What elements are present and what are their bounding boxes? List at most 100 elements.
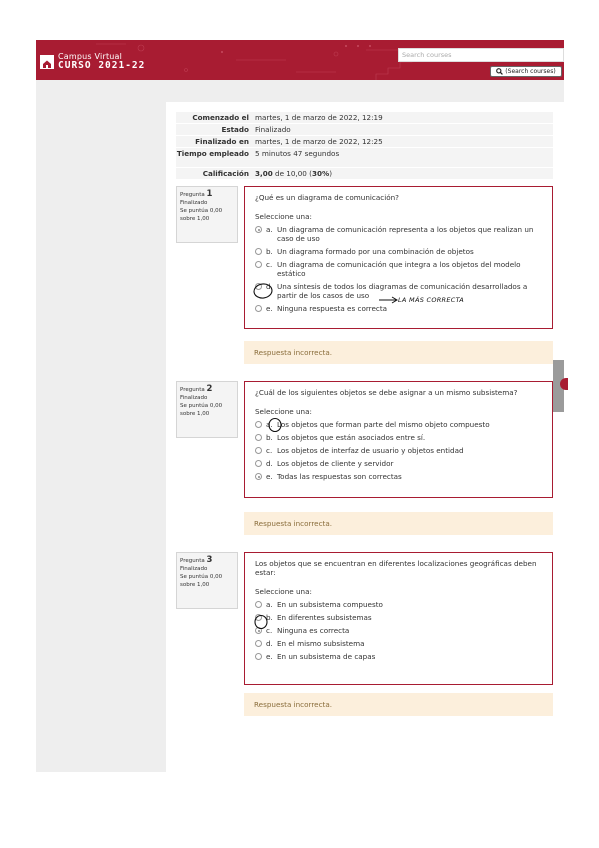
option-letter: e. — [266, 652, 273, 661]
answer-option[interactable]: a. Un diagrama de comunicación representa… — [255, 225, 542, 243]
option-text: Un diagrama formado por una combinación … — [277, 247, 474, 256]
option-letter: b. — [266, 613, 273, 622]
radio-button[interactable] — [255, 421, 262, 428]
radio-button[interactable] — [255, 653, 262, 660]
grade-close: ) — [329, 169, 332, 178]
option-letter: d. — [266, 639, 273, 648]
radio-button[interactable] — [255, 460, 262, 467]
summary-label: Calificación — [202, 169, 249, 178]
option-text: Los objetos que están asociados entre sí… — [277, 433, 426, 442]
brand-logo[interactable]: Campus Virtual CURSO 2021-22 — [40, 53, 145, 71]
summary-value: Finalizado — [255, 125, 291, 134]
radio-button[interactable] — [255, 614, 262, 621]
summary-row: Tiempo empleado 5 minutos 47 segundos — [176, 148, 553, 168]
radio-button[interactable] — [255, 640, 262, 647]
answer-option[interactable]: c. Un diagrama de comunicación que integr… — [255, 260, 542, 278]
option-letter: a. — [266, 420, 273, 429]
option-letter: c. — [266, 446, 273, 455]
question-info: Pregunta 2 Finalizado Se puntúa 0,00 sob… — [176, 381, 238, 438]
option-text: En diferentes subsistemas — [277, 613, 372, 622]
option-text: Los objetos de cliente y servidor — [277, 459, 394, 468]
option-letter: e. — [266, 304, 273, 313]
option-text: En el mismo subsistema — [277, 639, 365, 648]
question-feedback: Respuesta incorrecta. — [244, 512, 553, 535]
summary-value: 5 minutos 47 segundos — [255, 149, 340, 158]
radio-button[interactable] — [255, 305, 262, 312]
summary-label: Finalizado en — [195, 137, 249, 146]
answer-option[interactable]: a. En un subsistema compuesto — [255, 600, 542, 609]
question-score: Se puntúa 0,00 sobre 1,00 — [180, 208, 223, 222]
question-score: Se puntúa 0,00 sobre 1,00 — [180, 403, 223, 417]
option-text: Un diagrama de comunicación representa a… — [277, 225, 534, 243]
option-letter: d. — [266, 282, 273, 291]
home-icon — [40, 54, 54, 69]
question-score: Se puntúa 0,00 sobre 1,00 — [180, 574, 223, 588]
question-number: 3 — [206, 555, 213, 565]
question-info: Pregunta 3 Finalizado Se puntúa 0,00 sob… — [176, 552, 238, 609]
summary-row: Calificación 3,00 de 10,00 (30%) — [176, 168, 553, 180]
search-input[interactable]: Search courses — [398, 48, 564, 62]
option-text: Ninguna respuesta es correcta — [277, 304, 388, 313]
summary-label: Comenzado el — [192, 113, 249, 122]
answer-option[interactable]: b. Los objetos que están asociados entre … — [255, 433, 542, 442]
option-letter: a. — [266, 225, 273, 234]
search-button-label: (Search courses) — [505, 68, 556, 75]
answer-prompt: Seleccione una: — [255, 212, 312, 221]
question-text: ¿Qué es un diagrama de comunicación? — [255, 193, 399, 202]
search-button[interactable]: (Search courses) — [490, 66, 562, 77]
option-text: Los objetos de interfaz de usuario y obj… — [277, 446, 464, 455]
question-content: Los objetos que se encuentran en diferen… — [244, 552, 553, 685]
option-letter: b. — [266, 433, 273, 442]
summary-value: martes, 1 de marzo de 2022, 12:19 — [255, 113, 383, 122]
option-text: Los objetos que forman parte del mismo o… — [277, 420, 490, 429]
question-feedback: Respuesta incorrecta. — [244, 693, 553, 716]
answer-option[interactable]: a. Los objetos que forman parte del mismo… — [255, 420, 542, 429]
radio-button[interactable] — [255, 248, 262, 255]
answer-option[interactable]: c. Ninguna es correcta — [255, 626, 542, 635]
answer-option[interactable]: b. Un diagrama formado por una combinació… — [255, 247, 542, 256]
answer-option[interactable]: d. En el mismo subsistema — [255, 639, 542, 648]
summary-label: Tiempo empleado — [176, 149, 249, 158]
answer-prompt: Seleccione una: — [255, 587, 312, 596]
answer-option[interactable]: b. En diferentes subsistemas — [255, 613, 542, 622]
drawer-toggle[interactable] — [553, 360, 568, 412]
question-state: Finalizado — [180, 566, 208, 572]
option-letter: c. — [266, 626, 273, 635]
question-info: Pregunta 1 Finalizado Se puntúa 0,00 sob… — [176, 186, 238, 243]
answer-option[interactable]: e. Todas las respuestas son correctas — [255, 472, 542, 481]
radio-button[interactable] — [255, 283, 262, 290]
answer-option[interactable]: c. Los objetos de interfaz de usuario y o… — [255, 446, 542, 455]
option-text: Todas las respuestas son correctas — [277, 472, 402, 481]
option-letter: c. — [266, 260, 273, 269]
radio-button[interactable] — [255, 601, 262, 608]
radio-button[interactable] — [255, 627, 262, 634]
question-state: Finalizado — [180, 395, 208, 401]
option-text: Ninguna es correcta — [277, 626, 350, 635]
radio-button[interactable] — [255, 434, 262, 441]
answer-option[interactable]: d. Los objetos de cliente y servidor — [255, 459, 542, 468]
handwritten-note: LA MÁS CORRECTA — [398, 296, 465, 304]
option-text: En un subsistema de capas — [277, 652, 376, 661]
question-text: ¿Cuál de los siguientes objetos se debe … — [255, 388, 518, 397]
summary-row: Comenzado el martes, 1 de marzo de 2022,… — [176, 112, 553, 124]
question-content: ¿Cuál de los siguientes objetos se debe … — [244, 381, 553, 498]
answer-option[interactable]: e. En un subsistema de capas — [255, 652, 542, 661]
radio-button[interactable] — [255, 261, 262, 268]
option-letter: e. — [266, 472, 273, 481]
summary-value: martes, 1 de marzo de 2022, 12:25 — [255, 137, 383, 146]
brand-line-2: CURSO 2021-22 — [58, 60, 146, 71]
magnifier-icon — [496, 68, 504, 75]
question-label: Pregunta — [180, 387, 205, 393]
summary-row: Estado Finalizado — [176, 124, 553, 136]
question-number: 2 — [206, 384, 213, 394]
radio-button[interactable] — [255, 447, 262, 454]
question-text: Los objetos que se encuentran en diferen… — [255, 559, 537, 577]
grade-value: 3,00 — [255, 169, 273, 178]
answer-option[interactable]: e. Ninguna respuesta es correcta — [255, 304, 542, 313]
radio-button[interactable] — [255, 473, 262, 480]
radio-button[interactable] — [255, 226, 262, 233]
option-letter: d. — [266, 459, 273, 468]
summary-label: Estado — [221, 125, 249, 134]
grade-percent: 30% — [311, 169, 330, 178]
question-feedback: Respuesta incorrecta. — [244, 341, 553, 364]
